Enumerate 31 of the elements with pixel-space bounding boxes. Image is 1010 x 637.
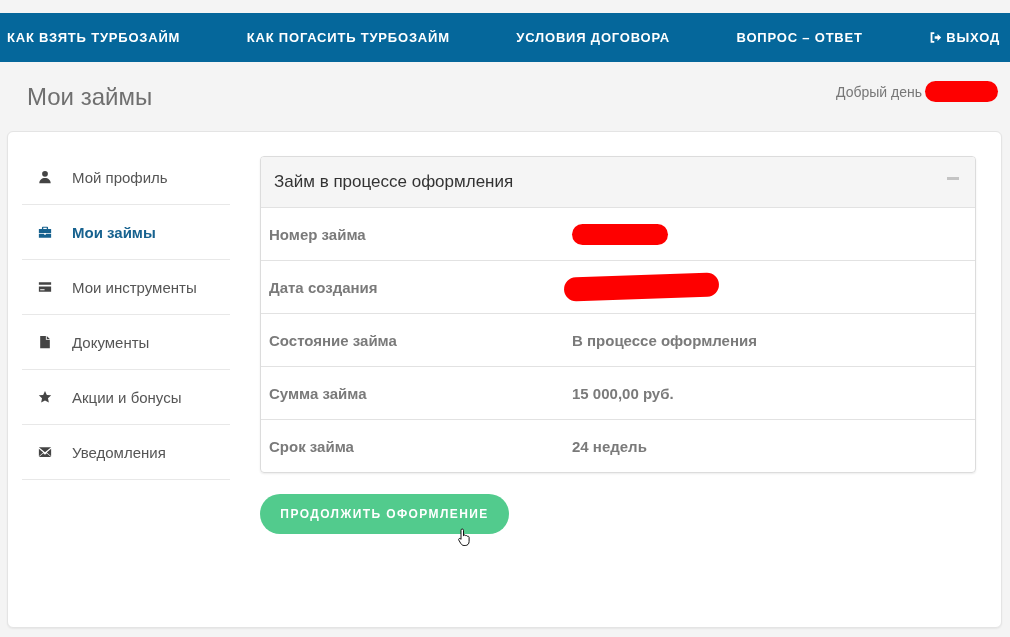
nav-link[interactable]: ВЫХОД	[929, 30, 1000, 45]
page-title: Мои займы	[27, 82, 153, 111]
field-label: Состояние займа	[269, 331, 398, 349]
field-value: 24 недель	[572, 437, 647, 455]
nav-link[interactable]: ВОПРОС – ОТВЕТ	[736, 30, 863, 45]
greeting-text: Добрый день	[836, 83, 922, 100]
nav-link[interactable]: КАК ПОГАСИТЬ ТУРБОЗАЙМ	[246, 30, 450, 45]
field-label: Номер займа	[269, 225, 367, 243]
sidebar-item[interactable]: Документы	[22, 315, 230, 370]
hand-cursor-icon	[458, 528, 473, 547]
document-icon	[38, 335, 52, 349]
field-label: Срок займа	[269, 437, 355, 455]
field-value: В процессе оформления	[572, 331, 757, 349]
field-label: Дата создания	[269, 278, 379, 296]
card-icon	[38, 280, 52, 294]
sidebar-item[interactable]: Уведомления	[22, 425, 230, 480]
star-icon	[38, 390, 52, 404]
field-label: Сумма займа	[269, 384, 368, 402]
sidebar-item[interactable]: Мой профиль	[22, 150, 230, 205]
sign-out-icon	[929, 31, 943, 44]
minus-icon[interactable]	[947, 177, 959, 180]
sidebar-item[interactable]: Мои займы	[22, 205, 230, 260]
field-value: 15 000,00 руб.	[572, 384, 674, 402]
nav-link[interactable]: УСЛОВИЯ ДОГОВОРА	[516, 30, 670, 45]
sidebar-item[interactable]: Мои инструменты	[22, 260, 230, 315]
user-icon	[38, 170, 52, 184]
briefcase-icon	[38, 225, 52, 239]
sidebar-item[interactable]: Акции и бонусы	[22, 370, 230, 425]
envelope-icon	[38, 445, 52, 459]
panel-title: Займ в процессе оформления	[274, 172, 514, 192]
nav-link[interactable]: КАК ВЗЯТЬ ТУРБОЗАЙМ	[7, 30, 181, 45]
